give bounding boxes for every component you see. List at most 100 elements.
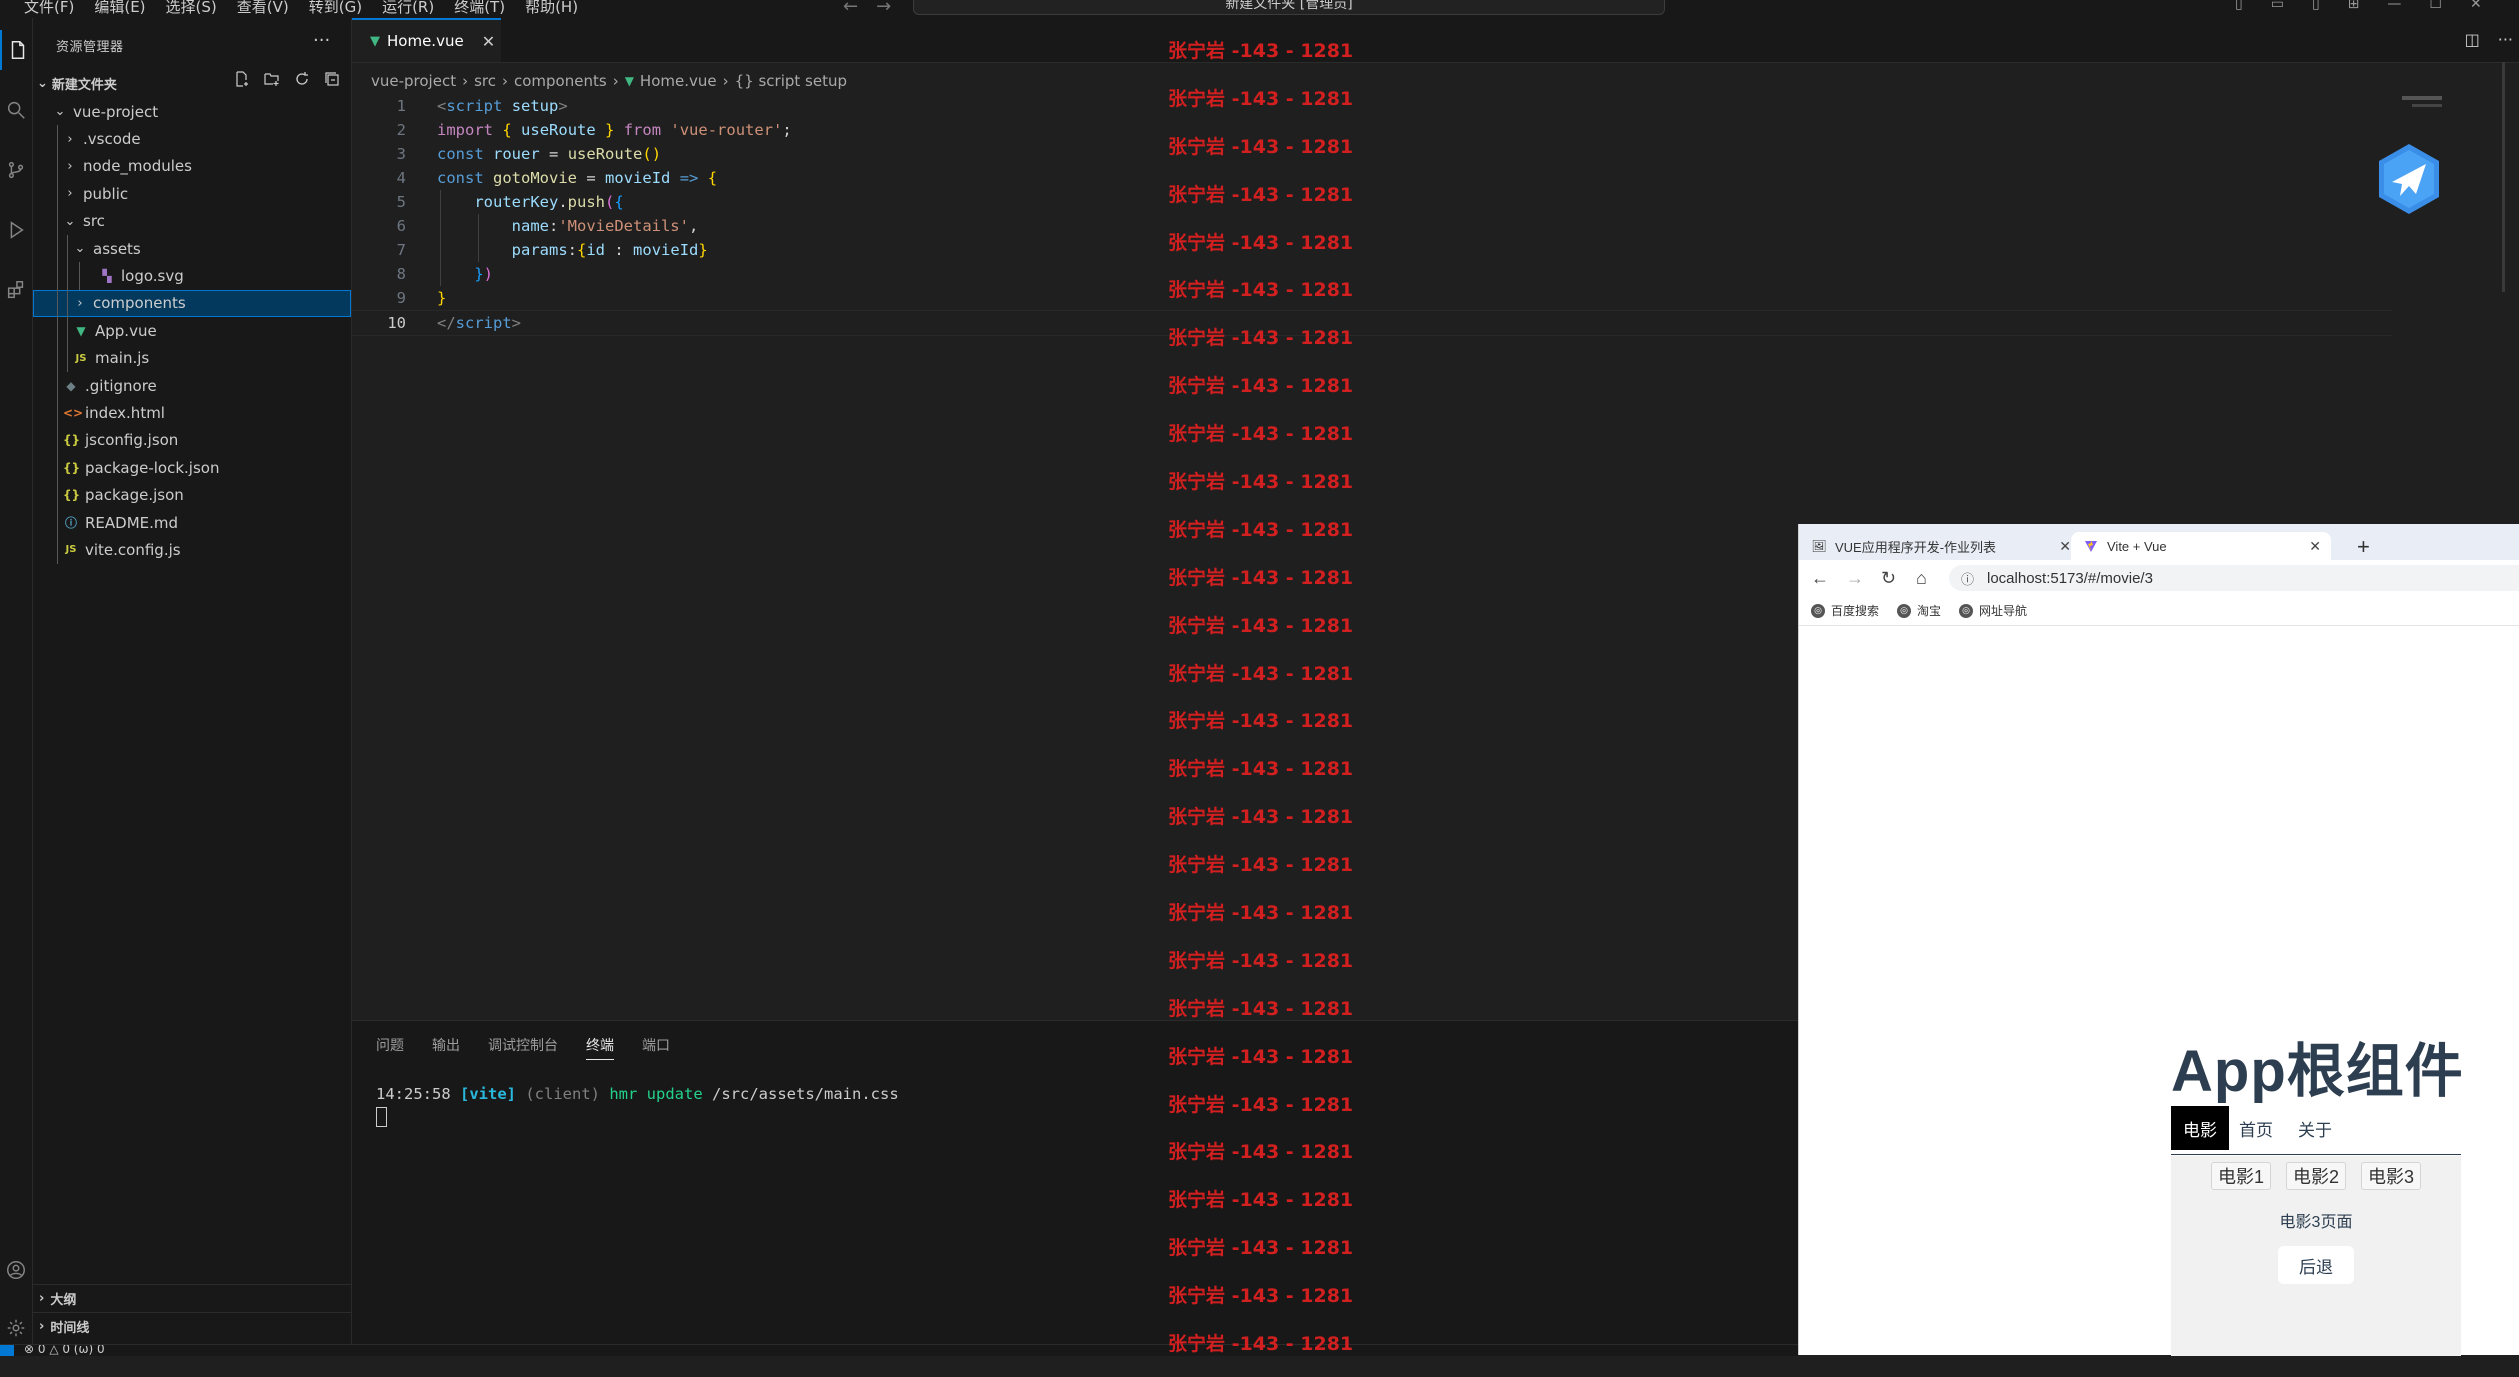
more-actions-icon[interactable]: ··· — [313, 30, 330, 51]
editor-tab-home-vue[interactable]: ▼ Home.vue ✕ — [352, 18, 501, 62]
bookmark-item[interactable]: ◎ 淘宝 — [1897, 602, 1941, 619]
panel-tab-ports[interactable]: 端口 — [642, 1035, 670, 1060]
panel-tab-output[interactable]: 输出 — [432, 1035, 460, 1060]
explorer-icon[interactable] — [0, 30, 34, 70]
watermark-text: 张宁岩 -143 - 1281 — [1168, 183, 1354, 206]
browser-tab-homework[interactable]: 🖼 VUE应用程序开发-作业列表 ✕ — [1811, 532, 2081, 560]
minimap[interactable] — [2402, 96, 2442, 100]
back-arrow-icon[interactable]: ← — [843, 0, 858, 17]
new-folder-icon[interactable] — [263, 70, 281, 88]
home-icon[interactable]: ⌂ — [1916, 568, 1927, 589]
tree-item-label: .vscode — [83, 130, 141, 149]
tree-item-public[interactable]: › public — [33, 180, 351, 208]
floating-bird-app-icon[interactable] — [2376, 142, 2442, 216]
extensions-icon[interactable] — [0, 270, 32, 310]
maximize-icon[interactable]: ☐ — [2429, 0, 2442, 12]
nav-link-home[interactable]: 首页 — [2239, 1116, 2273, 1141]
menu-view[interactable]: 查看(V) — [237, 0, 289, 17]
editor-scrollbar[interactable] — [2502, 62, 2505, 292]
tree-item-vscode[interactable]: › .vscode — [33, 125, 351, 153]
panel-tab-problems[interactable]: 问题 — [376, 1035, 404, 1060]
bookmark-item[interactable]: ◎ 网址导航 — [1959, 602, 2027, 619]
settings-gear-icon[interactable] — [0, 1308, 32, 1348]
refresh-icon[interactable] — [293, 70, 311, 88]
close-tab-icon[interactable]: ✕ — [482, 32, 495, 51]
outline-section[interactable]: › 大纲 — [33, 1284, 351, 1312]
menu-file[interactable]: 文件(F) — [24, 0, 74, 17]
toggle-sidebar-icon[interactable]: ▯ — [2235, 0, 2243, 12]
nav-link-movie[interactable]: 电影 — [2171, 1106, 2229, 1150]
toggle-panel-icon[interactable]: ▭ — [2271, 0, 2284, 12]
close-tab-icon[interactable]: ✕ — [2309, 538, 2321, 555]
timeline-section[interactable]: › 时间线 — [33, 1312, 351, 1340]
breadcrumb-item[interactable]: Home.vue — [640, 72, 717, 90]
collapse-all-icon[interactable] — [323, 70, 341, 88]
layout-icon[interactable]: ⊞ — [2348, 0, 2360, 12]
forward-arrow-icon[interactable]: → — [876, 0, 891, 17]
remote-indicator[interactable] — [0, 1345, 14, 1356]
tree-item-components[interactable]: › components — [33, 289, 351, 318]
toggle-secondary-sidebar-icon[interactable]: ▯ — [2312, 0, 2320, 12]
movie-3-button[interactable]: 电影3 — [2361, 1162, 2422, 1190]
split-editor-icon[interactable]: ◫ — [2465, 30, 2480, 49]
menu-selection[interactable]: 选择(S) — [166, 0, 217, 17]
chevron-down-icon: ⌄ — [37, 75, 48, 91]
editor-actions: ◫ ··· — [2465, 30, 2513, 49]
bookmark-item[interactable]: ◎ 百度搜索 — [1811, 602, 1879, 619]
tree-item-jsconfig-json[interactable]: {} jsconfig.json — [33, 426, 351, 455]
panel-tab-terminal[interactable]: 终端 — [586, 1035, 614, 1060]
command-center[interactable]: 新建文件夹 [管理员] — [913, 0, 1665, 15]
watermark-text: 张宁岩 -143 - 1281 — [1168, 1189, 1354, 1212]
back-arrow-icon[interactable]: ← — [1811, 568, 1829, 589]
movie-1-button[interactable]: 电影1 — [2211, 1162, 2272, 1190]
tree-item-package-lock-json[interactable]: {} package-lock.json — [33, 454, 351, 482]
watermark-text: 张宁岩 -143 - 1281 — [1168, 1093, 1354, 1116]
tree-item-src[interactable]: ⌄ src — [33, 207, 351, 235]
menu-go[interactable]: 转到(G) — [309, 0, 362, 17]
menu-edit[interactable]: 编辑(E) — [94, 0, 145, 17]
new-file-icon[interactable] — [233, 70, 251, 88]
terminal[interactable]: 14:25:58 [vite] (client) hmr update /src… — [376, 1083, 899, 1127]
close-window-icon[interactable]: ✕ — [2470, 0, 2482, 12]
tree-item-vite-config-js[interactable]: JS vite.config.js — [33, 536, 351, 564]
menu-terminal[interactable]: 终端(T) — [454, 0, 505, 17]
watermark-text: 张宁岩 -143 - 1281 — [1168, 40, 1354, 62]
account-icon[interactable] — [0, 1250, 32, 1290]
browser-tab-vite-vue[interactable]: Vite + Vue ✕ — [2071, 532, 2331, 560]
tree-item-assets[interactable]: ⌄ assets — [33, 234, 351, 263]
tree-item-package-json[interactable]: {} package.json — [33, 481, 351, 509]
tree-item-vue-project[interactable]: ⌄ vue-project — [33, 98, 351, 125]
forward-arrow-icon[interactable]: → — [1846, 568, 1864, 589]
back-button[interactable]: 后退 — [2278, 1246, 2354, 1284]
breadcrumb-item[interactable]: vue-project — [371, 72, 456, 90]
source-control-icon[interactable] — [0, 150, 32, 190]
reload-icon[interactable]: ↻ — [1881, 568, 1896, 589]
site-info-icon[interactable]: ⓘ — [1961, 569, 1979, 588]
minimize-icon[interactable]: — — [2387, 0, 2401, 12]
more-actions-icon[interactable]: ··· — [2498, 30, 2513, 49]
tree-item-app-vue[interactable]: ▼ App.vue — [33, 317, 351, 345]
run-debug-icon[interactable] — [0, 210, 32, 250]
address-bar[interactable]: ⓘ localhost:5173/#/movie/3 — [1949, 565, 2519, 591]
status-problems[interactable]: ⊗ 0 △ 0 (ω) 0 — [24, 1345, 105, 1356]
tree-item-logo-svg[interactable]: ▚ logo.svg — [33, 262, 351, 290]
panel-tab-debug-console[interactable]: 调试控制台 — [488, 1035, 558, 1060]
watermark-text: 张宁岩 -143 - 1281 — [1168, 375, 1354, 398]
nav-link-about[interactable]: 关于 — [2298, 1116, 2332, 1141]
tree-item-main-js[interactable]: JS main.js — [33, 344, 351, 372]
new-tab-icon[interactable]: + — [2357, 534, 2370, 560]
close-tab-icon[interactable]: ✕ — [2059, 538, 2071, 555]
menu-help[interactable]: 帮助(H) — [525, 0, 578, 17]
js-file-icon: JS — [65, 544, 77, 556]
minimap[interactable] — [2412, 104, 2442, 107]
breadcrumb-item[interactable]: src — [474, 72, 496, 90]
menu-run[interactable]: 运行(R) — [382, 0, 434, 17]
movie-2-button[interactable]: 电影2 — [2286, 1162, 2347, 1190]
breadcrumb-item[interactable]: {} script setup — [735, 72, 847, 90]
tree-item-node-modules[interactable]: › node_modules — [33, 152, 351, 181]
tree-item-index-html[interactable]: <> index.html — [33, 399, 351, 427]
breadcrumb-item[interactable]: components — [514, 72, 607, 90]
tree-item-readme-md[interactable]: ⓘ README.md — [33, 508, 351, 537]
search-icon[interactable] — [0, 90, 32, 130]
tree-item-gitignore[interactable]: ◆ .gitignore — [33, 371, 351, 400]
